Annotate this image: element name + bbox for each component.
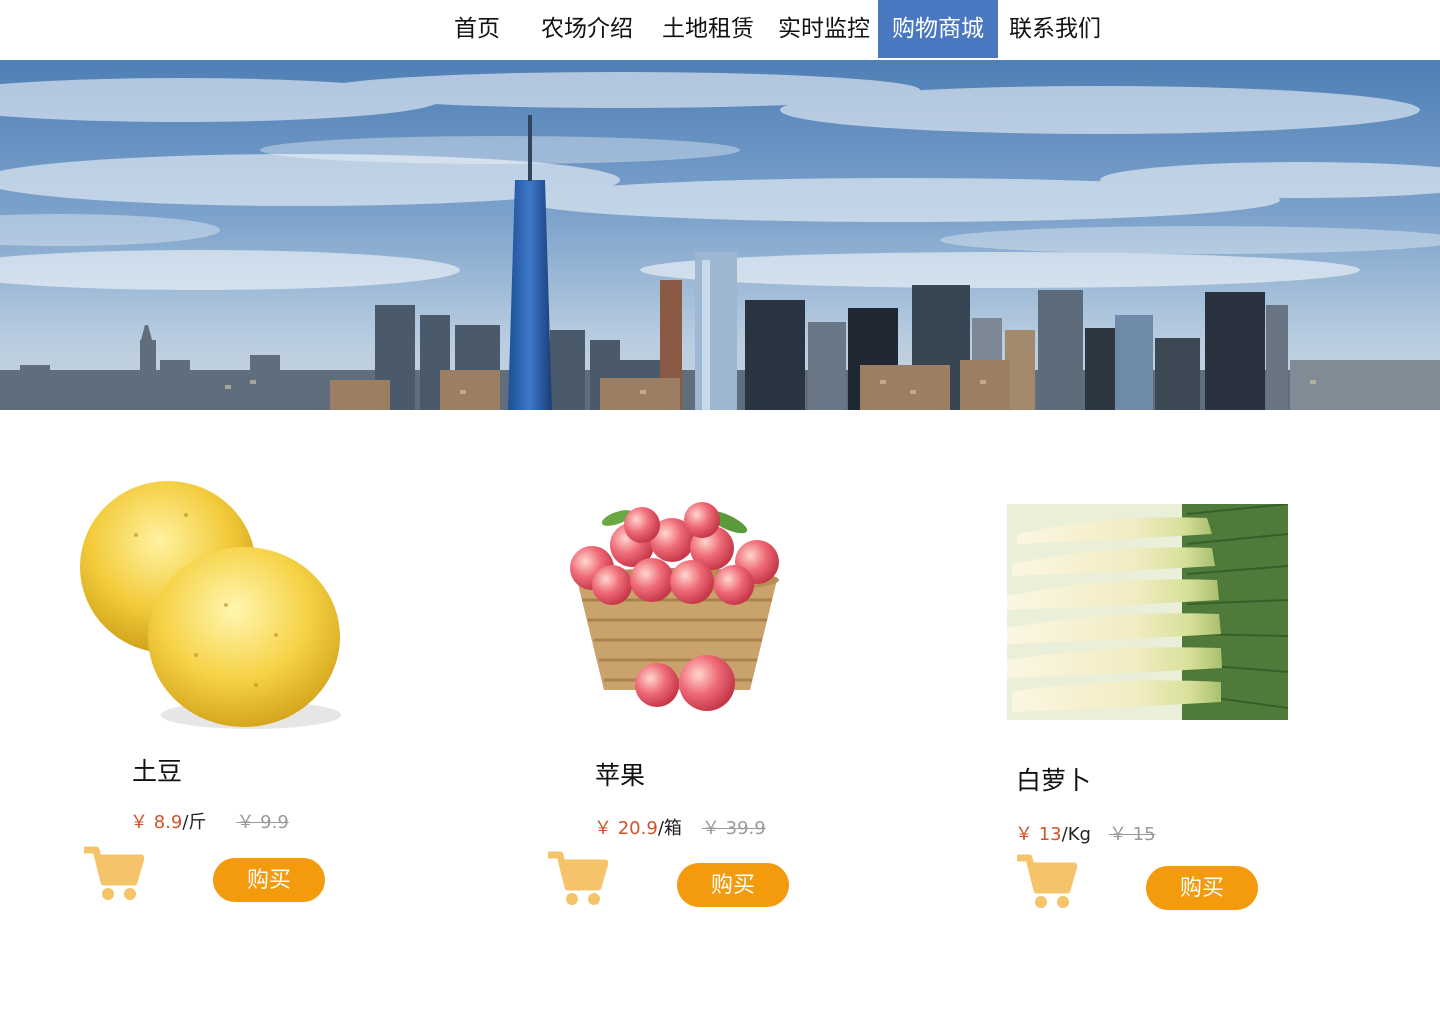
potato-image[interactable]	[76, 475, 346, 737]
product-price: ￥ 20.9/箱 ￥ 39.9	[594, 814, 766, 840]
buy-button[interactable]: 购买	[677, 863, 789, 907]
product-name: 白萝卜	[1016, 766, 1092, 795]
apple-basket-image[interactable]	[522, 500, 832, 734]
price-unit: /Kg	[1061, 824, 1091, 845]
nav-item-contact[interactable]: 联系我们	[1009, 0, 1101, 58]
original-price: ￥ 15	[1108, 824, 1156, 845]
original-price: ￥ 39.9	[701, 818, 766, 839]
shopping-cart-icon[interactable]	[1017, 854, 1077, 910]
current-price: ￥ 20.9	[594, 818, 658, 839]
buy-button[interactable]: 购买	[213, 858, 325, 902]
banner-image	[0, 60, 1440, 410]
original-price: ￥ 9.9	[236, 812, 289, 833]
nav-item-home[interactable]: 首页	[454, 0, 500, 58]
shopping-cart-icon[interactable]	[548, 851, 608, 907]
shopping-cart-icon[interactable]	[84, 846, 144, 902]
nav-item-farm-intro[interactable]: 农场介绍	[541, 0, 633, 58]
white-radish-image[interactable]	[1007, 504, 1288, 720]
city-skyline-image	[0, 60, 1440, 410]
nav-item-land-rental[interactable]: 土地租赁	[662, 0, 754, 58]
buy-button[interactable]: 购买	[1146, 866, 1258, 910]
product-price: ￥ 8.9/斤 ￥ 9.9	[130, 808, 289, 834]
product-name: 土豆	[132, 757, 183, 786]
main-nav: 首页 农场介绍 土地租赁 实时监控 购物商城 联系我们	[0, 0, 1440, 60]
nav-item-shop[interactable]: 购物商城	[878, 0, 998, 58]
nav-item-live-monitor[interactable]: 实时监控	[778, 0, 870, 58]
product-name: 苹果	[595, 761, 646, 790]
current-price: ￥ 13	[1015, 824, 1062, 845]
product-price: ￥ 13/Kg ￥ 15	[1015, 820, 1156, 846]
price-unit: /斤	[182, 812, 207, 833]
price-unit: /箱	[657, 818, 682, 839]
current-price: ￥ 8.9	[130, 812, 183, 833]
